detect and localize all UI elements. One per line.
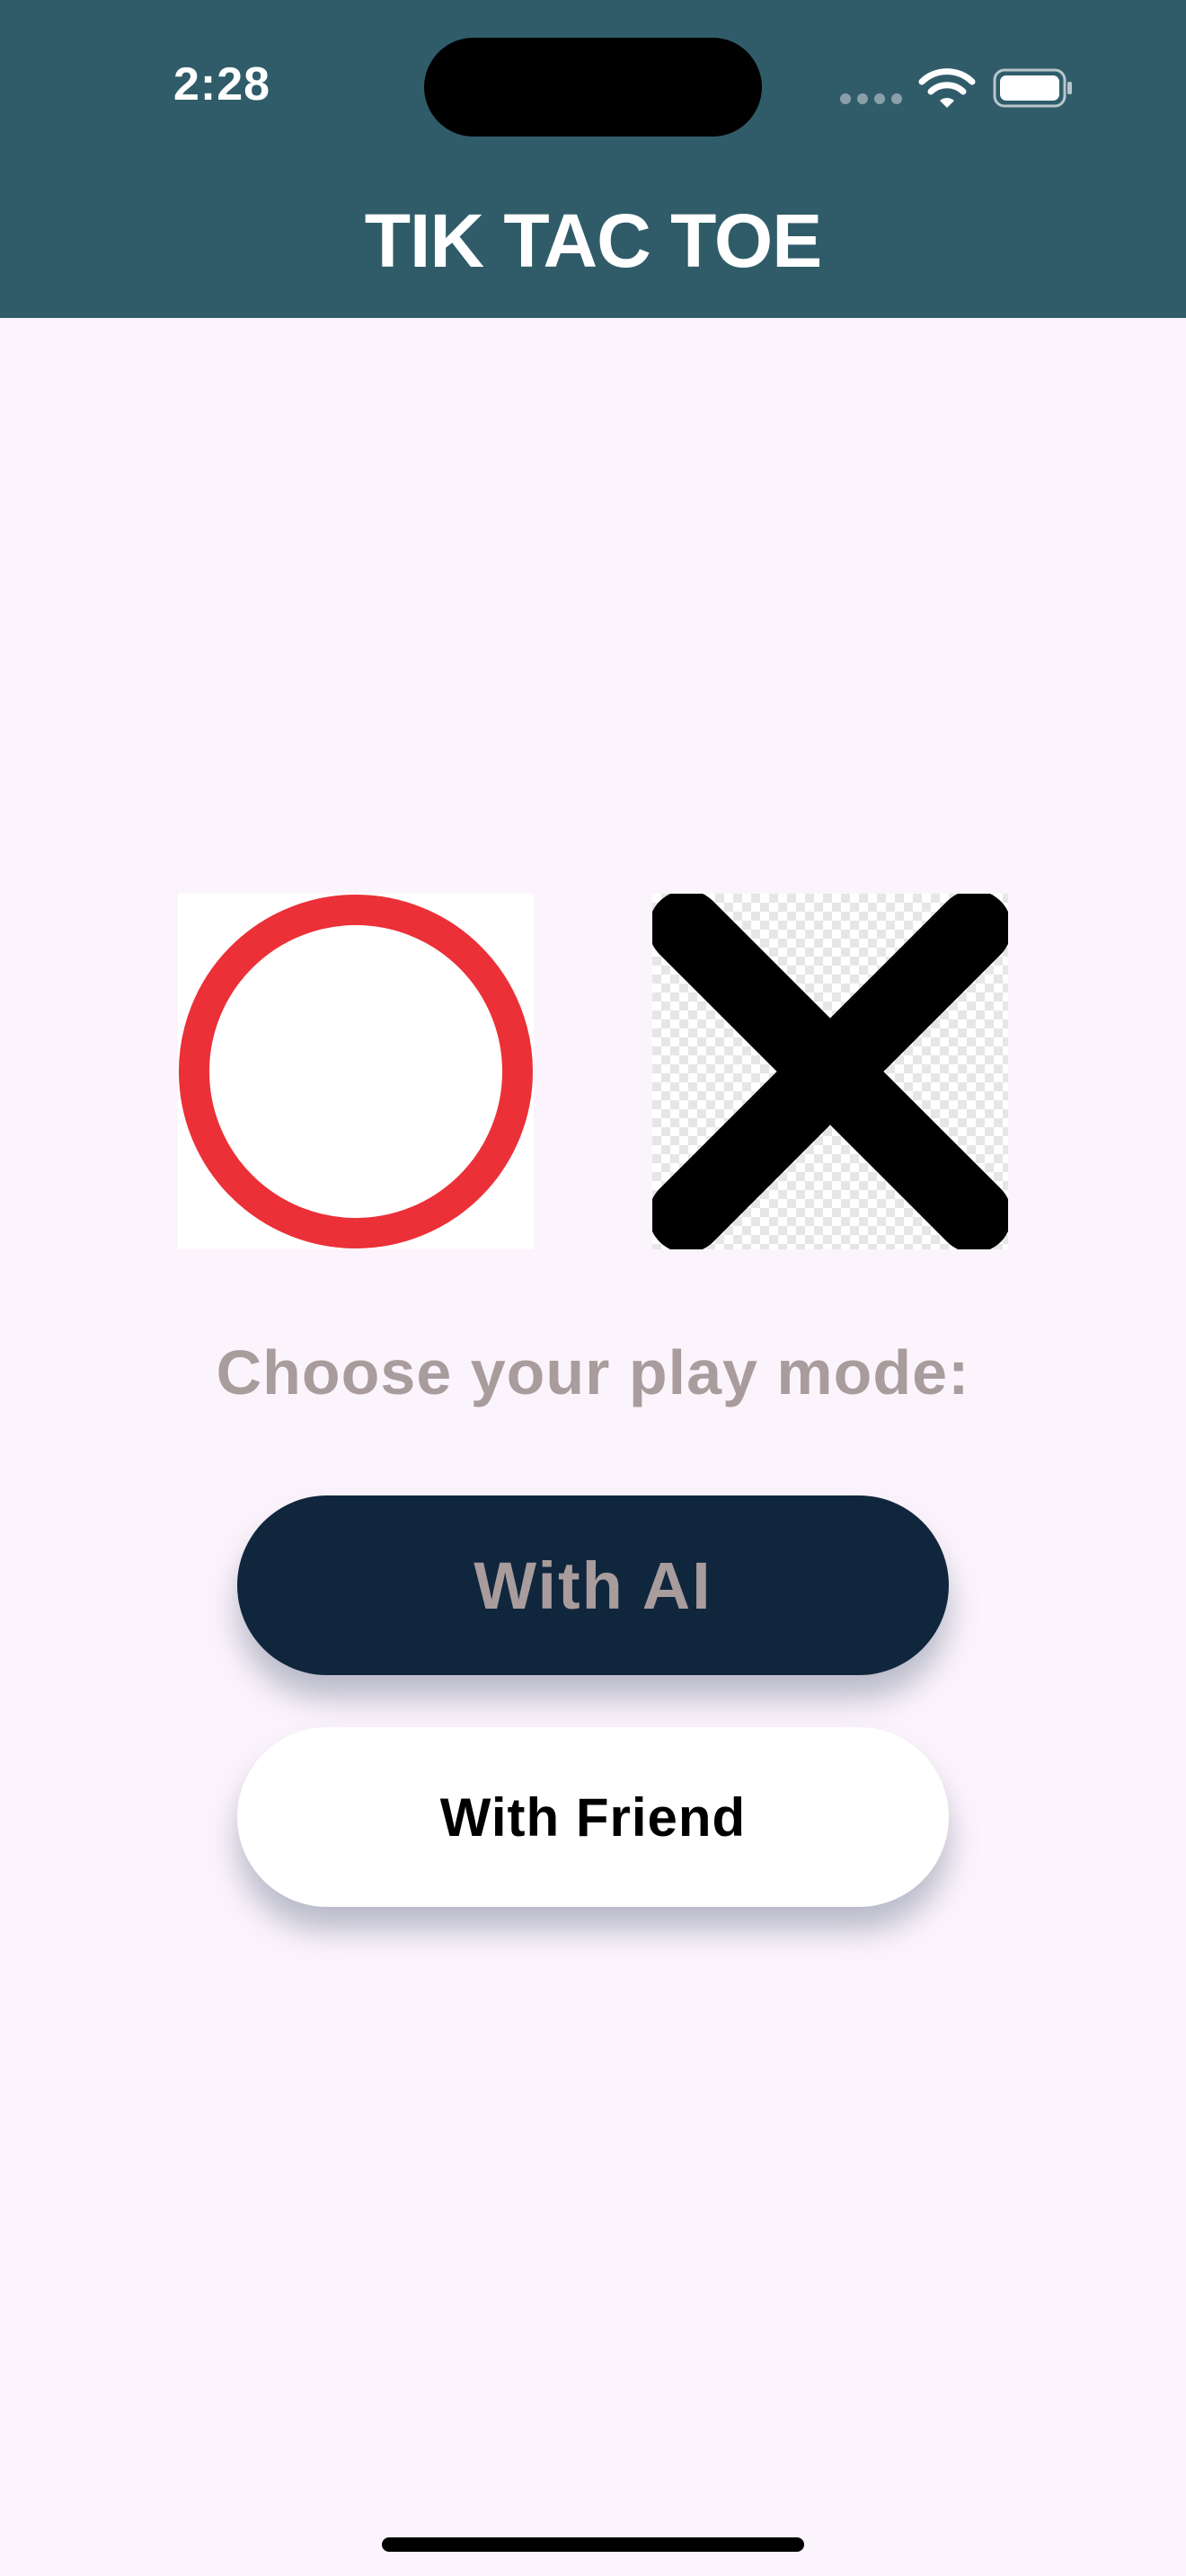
home-indicator[interactable] <box>382 2537 804 2552</box>
o-mark-icon <box>178 894 534 1249</box>
with-ai-button[interactable]: With AI <box>237 1495 949 1675</box>
x-mark-icon <box>652 894 1008 1249</box>
app-title: TIK TAC TOE <box>364 198 823 283</box>
app-header: 2:28 TIK TAC TOE <box>0 0 1186 318</box>
play-mode-prompt: Choose your play mode: <box>216 1337 970 1407</box>
dynamic-island <box>424 38 762 137</box>
battery-icon <box>993 68 1072 108</box>
with-friend-button[interactable]: With Friend <box>237 1727 949 1907</box>
status-time: 2:28 <box>173 58 271 110</box>
signal-icon <box>840 93 903 106</box>
wifi-icon <box>918 68 976 108</box>
